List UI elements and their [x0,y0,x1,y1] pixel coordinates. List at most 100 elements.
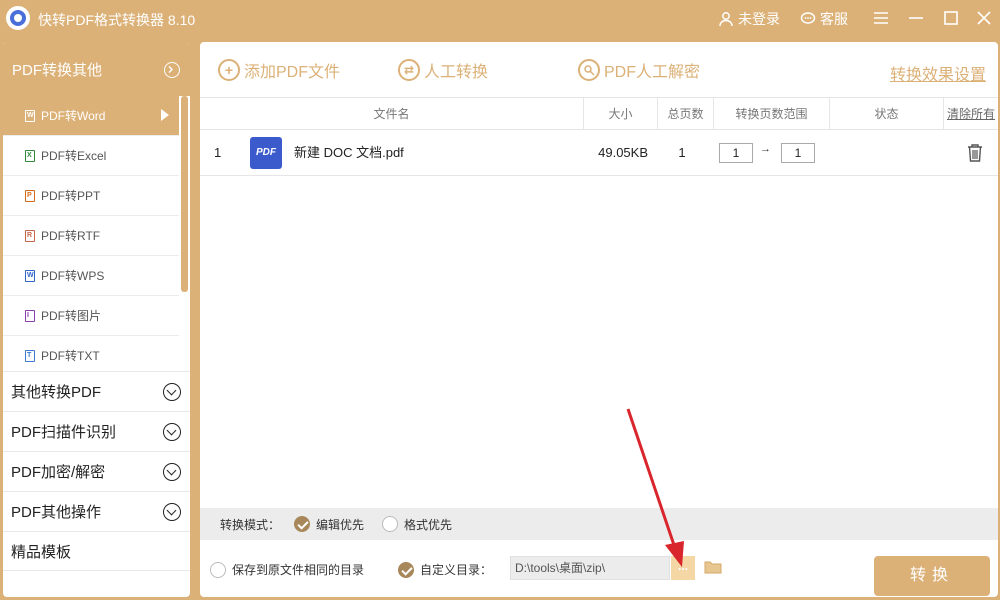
minimize-icon [903,6,929,30]
maximize-button[interactable] [938,6,964,30]
chat-icon [800,11,816,27]
selected-arrow-icon [161,109,169,121]
category-label: PDF加密/解密 [11,461,105,482]
page-count: 1 [658,130,706,176]
file-size: 49.05KB [584,130,648,176]
radio-unchecked [210,562,226,578]
page-range-from-input[interactable]: 1 [719,143,753,163]
sidebar-item-pdf-to-excel[interactable]: X PDF转Excel [3,136,179,176]
category-other-to-pdf[interactable]: 其他转换PDF [3,371,190,411]
manual-convert-button[interactable]: ⇄ 人工转换 [398,58,488,82]
plus-circle-icon: + [218,59,240,81]
wps-doc-icon: W [25,270,35,282]
range-arrow-icon: → [760,126,771,172]
swap-icon: ⇄ [398,59,420,81]
add-pdf-label: 添加PDF文件 [244,58,340,82]
chevron-down-icon [163,503,181,521]
mode-label: 转换模式： [220,516,280,533]
app-logo-icon [6,6,30,30]
close-button[interactable] [971,6,997,30]
word-doc-icon: W [25,110,35,122]
chevron-down-icon [163,423,181,441]
sidebar-item-pdf-to-word[interactable]: W PDF转Word [3,96,179,136]
login-label: 未登录 [738,9,780,29]
image-doc-icon: I [25,310,35,322]
header-pages: 总页数 [658,98,714,130]
custom-dir-option[interactable]: 自定义目录： [398,561,492,578]
manual-convert-label: 人工转换 [424,58,488,82]
login-button[interactable]: 未登录 [718,9,780,29]
mode-option-label: 编辑优先 [316,516,364,533]
output-path-field[interactable]: D:\tools\桌面\zip\ [510,556,670,580]
sidebar-item-pdf-to-rtf[interactable]: R PDF转RTF [3,216,179,256]
key-icon [578,59,600,81]
add-pdf-button[interactable]: + 添加PDF文件 [218,58,340,82]
radio-unchecked [382,516,398,532]
category-pdf-encrypt[interactable]: PDF加密/解密 [3,451,190,491]
app-title: 快转PDF格式转换器 8.10 [38,10,195,30]
custom-dir-label: 自定义目录： [420,561,492,578]
sidebar-item-pdf-to-wps[interactable]: W PDF转WPS [3,256,179,296]
category-pdf-other-ops[interactable]: PDF其他操作 [3,491,190,531]
hamburger-icon [868,6,894,30]
radio-checked [398,562,414,578]
row-index: 1 [214,130,221,176]
menu-button[interactable] [868,6,894,30]
mode-format-priority-option[interactable]: 格式优先 [382,516,452,533]
sidebar-item-pdf-to-image[interactable]: I PDF转图片 [3,296,179,336]
open-folder-button[interactable] [704,560,722,574]
table-header: 文件名 大小 总页数 转换页数范围 状态 清除所有 [200,98,998,130]
trash-icon [966,143,984,163]
clear-all-link[interactable]: 清除所有 [944,98,998,130]
close-icon [971,6,997,30]
sidebar: PDF转换其他 W PDF转Word X PDF转Excel P PDF转PPT… [3,42,190,597]
table-row[interactable]: 1 PDF 新建 DOC 文档.pdf 49.05KB 1 1 → 1 [200,130,998,176]
category-templates[interactable]: 精品模板 [3,531,190,571]
save-same-dir-label: 保存到原文件相同的目录 [232,561,364,578]
rtf-doc-icon: R [25,230,35,242]
save-same-dir-option[interactable]: 保存到原文件相同的目录 [210,561,364,578]
sidebar-item-pdf-to-ppt[interactable]: P PDF转PPT [3,176,179,216]
file-name: 新建 DOC 文档.pdf [294,130,404,176]
category-label: 精品模板 [11,541,71,562]
mode-option-label: 格式优先 [404,516,452,533]
category-pdf-to-other[interactable]: PDF转换其他 [3,42,190,96]
main-panel: + 添加PDF文件 ⇄ 人工转换 PDF人工解密 转换效果设置 文件名 大小 总… [200,42,998,597]
collapse-icon [164,62,180,78]
sidebar-item-label: PDF转RTF [41,227,100,244]
browse-path-button[interactable]: ... [671,556,695,580]
radio-checked [294,516,310,532]
maximize-icon [938,6,964,30]
convert-button[interactable]: 转换 [874,556,990,596]
sub-item-list: W PDF转Word X PDF转Excel P PDF转PPT R PDF转R… [3,96,190,371]
header-size: 大小 [584,98,658,130]
header-filename: 文件名 [200,98,584,130]
category-label: PDF其他操作 [11,501,101,522]
excel-doc-icon: X [25,150,35,162]
category-label: PDF扫描件识别 [11,421,116,442]
sidebar-item-pdf-to-txt[interactable]: T PDF转TXT [3,336,179,371]
title-bar: 快转PDF格式转换器 8.10 未登录 客服 [0,0,1000,36]
txt-doc-icon: T [25,350,35,362]
category-pdf-ocr[interactable]: PDF扫描件识别 [3,411,190,451]
category-label: 其他转换PDF [11,381,101,402]
manual-decrypt-label: PDF人工解密 [604,58,700,82]
delete-button[interactable] [966,143,984,166]
chevron-down-icon [163,463,181,481]
ppt-doc-icon: P [25,190,35,202]
sidebar-scrollbar[interactable] [181,96,188,292]
header-page-range: 转换页数范围 [714,98,830,130]
conversion-settings-link[interactable]: 转换效果设置 [890,61,986,85]
folder-icon [704,560,722,574]
manual-decrypt-button[interactable]: PDF人工解密 [578,58,700,82]
customer-service-button[interactable]: 客服 [800,9,848,29]
page-range-to-input[interactable]: 1 [781,143,815,163]
sidebar-item-label: PDF转PPT [41,187,100,204]
sidebar-item-label: PDF转TXT [41,347,100,364]
minimize-button[interactable] [903,6,929,30]
mode-edit-priority-option[interactable]: 编辑优先 [294,516,364,533]
sidebar-item-label: PDF转图片 [41,307,101,324]
service-label: 客服 [820,9,848,29]
sidebar-item-label: PDF转Word [41,107,105,124]
conversion-mode-bar: 转换模式： 编辑优先 格式优先 [200,508,998,540]
